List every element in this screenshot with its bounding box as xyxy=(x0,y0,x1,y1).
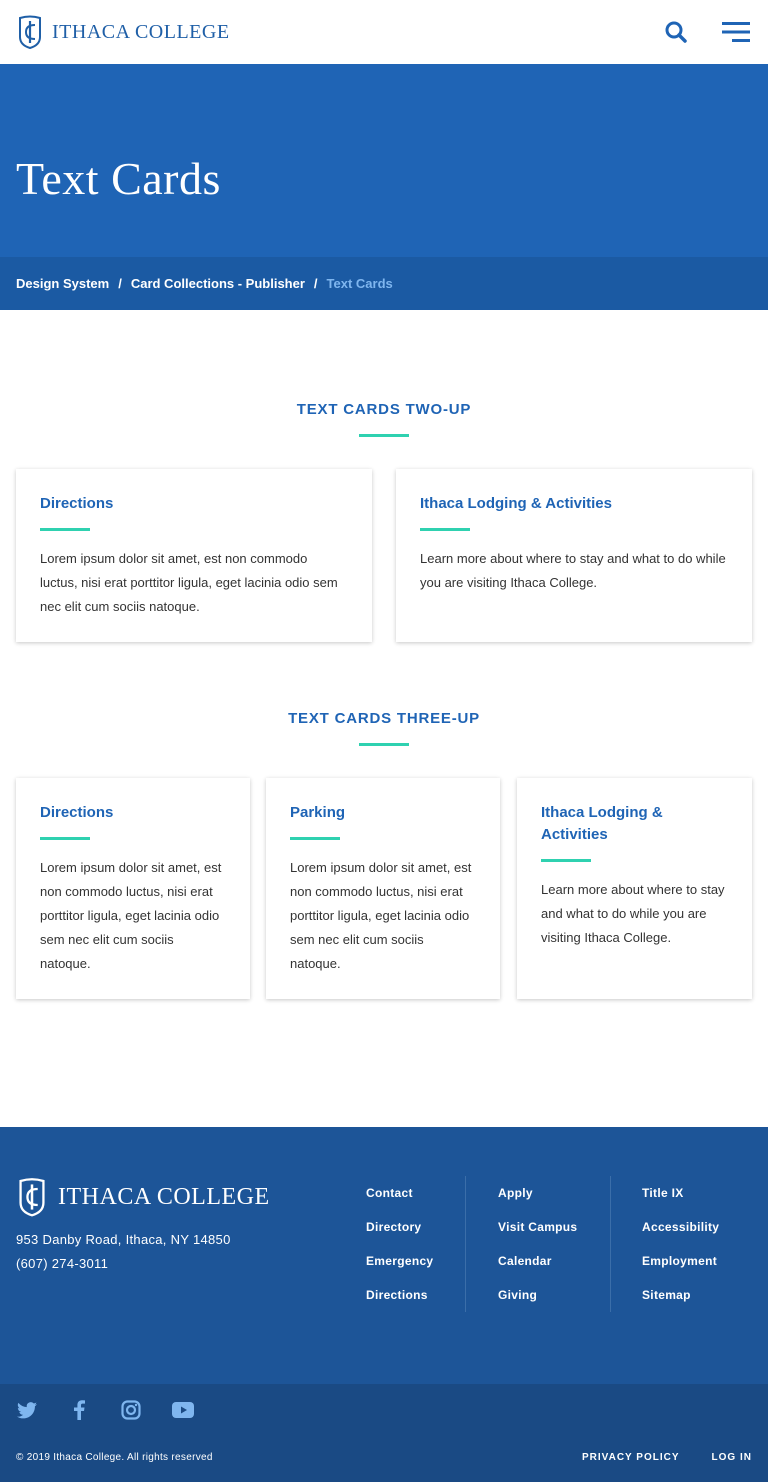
footer-address: 953 Danby Road, Ithaca, NY 14850 (607) 2… xyxy=(16,1228,231,1276)
card-body: Lorem ipsum dolor sit amet, est non comm… xyxy=(290,860,472,971)
footer-link-directory[interactable]: Directory xyxy=(366,1210,433,1244)
footer-divider xyxy=(610,1176,611,1312)
text-card[interactable]: Directions Lorem ipsum dolor sit amet, e… xyxy=(16,469,372,642)
logo-wordmark: ITHACA COLLEGE xyxy=(52,20,230,43)
footer-links-col-1: Contact Directory Emergency Directions xyxy=(366,1176,433,1312)
footer-logo-wordmark: ITHACA COLLEGE xyxy=(58,1183,270,1210)
text-card[interactable]: Ithaca Lodging & Activities Learn more a… xyxy=(517,778,752,999)
phone-number[interactable]: (607) 274-3011 xyxy=(16,1252,231,1276)
card-body: Learn more about where to stay and what … xyxy=(420,551,726,590)
card-body: Lorem ipsum dolor sit amet, est non comm… xyxy=(40,860,222,971)
card-divider xyxy=(290,837,340,840)
hamburger-menu-icon[interactable] xyxy=(720,16,752,48)
address-line: 953 Danby Road, Ithaca, NY 14850 xyxy=(16,1232,231,1247)
card-divider xyxy=(40,837,90,840)
breadcrumb-card-collections[interactable]: Card Collections - Publisher xyxy=(131,276,305,291)
breadcrumb-current: Text Cards xyxy=(326,276,393,291)
card-heading: Ithaca Lodging & Activities xyxy=(420,495,612,512)
footer-link-accessibility[interactable]: Accessibility xyxy=(642,1210,719,1244)
footer-bottom-bar: © 2019 Ithaca College. All rights reserv… xyxy=(0,1384,768,1482)
text-card[interactable]: Directions Lorem ipsum dolor sit amet, e… xyxy=(16,778,250,999)
text-card[interactable]: Parking Lorem ipsum dolor sit amet, est … xyxy=(266,778,500,999)
page-hero: Text Cards xyxy=(0,64,768,257)
footer-link-title-ix[interactable]: Title IX xyxy=(642,1176,719,1210)
college-seal-icon xyxy=(19,15,41,49)
youtube-icon[interactable] xyxy=(172,1400,194,1420)
site-header: ITHACA COLLEGE xyxy=(0,0,768,64)
footer-links-col-3: Title IX Accessibility Employment Sitema… xyxy=(642,1176,719,1312)
twitter-icon[interactable] xyxy=(16,1400,38,1420)
footer-link-contact[interactable]: Contact xyxy=(366,1176,433,1210)
section-title-two-up: TEXT CARDS TWO-UP xyxy=(296,401,472,418)
social-links xyxy=(16,1400,194,1420)
site-logo[interactable]: ITHACA COLLEGE xyxy=(16,15,230,49)
card-divider xyxy=(40,528,90,531)
facebook-icon[interactable] xyxy=(68,1400,90,1420)
card-divider xyxy=(420,528,470,531)
legal-links: PRIVACY POLICY LOG IN xyxy=(582,1452,752,1463)
card-heading: Directions xyxy=(40,804,114,821)
text-card[interactable]: Ithaca Lodging & Activities Learn more a… xyxy=(396,469,752,642)
card-heading: Parking xyxy=(290,804,346,821)
footer-link-sitemap[interactable]: Sitemap xyxy=(642,1278,719,1312)
section-divider xyxy=(359,743,409,746)
privacy-policy-link[interactable]: PRIVACY POLICY xyxy=(582,1452,680,1463)
page-title: Text Cards xyxy=(16,153,221,204)
footer-divider xyxy=(465,1176,466,1312)
search-icon[interactable] xyxy=(660,16,692,48)
footer-link-apply[interactable]: Apply xyxy=(498,1176,577,1210)
section-title-three-up: TEXT CARDS THREE-UP xyxy=(288,710,480,727)
breadcrumb-design-system[interactable]: Design System xyxy=(16,276,109,291)
footer-link-directions[interactable]: Directions xyxy=(366,1278,433,1312)
footer-logo[interactable]: ITHACA COLLEGE xyxy=(16,1177,270,1217)
instagram-icon[interactable] xyxy=(120,1400,142,1420)
card-heading: Ithaca Lodging & Activities xyxy=(541,804,663,843)
footer-link-emergency[interactable]: Emergency xyxy=(366,1244,433,1278)
footer-link-employment[interactable]: Employment xyxy=(642,1244,719,1278)
breadcrumb: Design System / Card Collections - Publi… xyxy=(0,257,768,310)
footer-link-visit-campus[interactable]: Visit Campus xyxy=(498,1210,577,1244)
card-divider xyxy=(541,859,591,862)
footer-link-calendar[interactable]: Calendar xyxy=(498,1244,577,1278)
site-footer: ITHACA COLLEGE 953 Danby Road, Ithaca, N… xyxy=(0,1127,768,1384)
card-heading: Directions xyxy=(40,495,114,512)
log-in-link[interactable]: LOG IN xyxy=(712,1452,752,1463)
breadcrumb-separator: / xyxy=(313,276,318,291)
footer-link-giving[interactable]: Giving xyxy=(498,1278,577,1312)
copyright-text: © 2019 Ithaca College. All rights reserv… xyxy=(16,1452,213,1463)
college-seal-icon xyxy=(19,1178,45,1217)
section-divider xyxy=(359,434,409,437)
card-body: Learn more about where to stay and what … xyxy=(541,882,725,945)
card-body: Lorem ipsum dolor sit amet, est non comm… xyxy=(40,551,338,614)
footer-links-col-2: Apply Visit Campus Calendar Giving xyxy=(498,1176,577,1312)
breadcrumb-separator: / xyxy=(118,276,122,291)
